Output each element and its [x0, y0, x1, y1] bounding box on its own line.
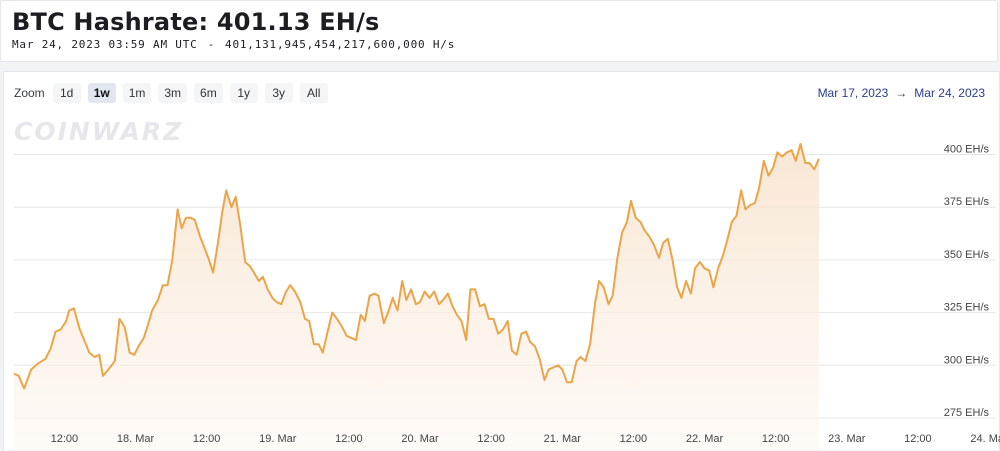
x-tick-label: 12:00: [904, 433, 932, 445]
separator: -: [207, 38, 216, 51]
zoom-1y-button[interactable]: 1y: [229, 83, 258, 103]
zoom-all-button[interactable]: All: [299, 83, 328, 103]
y-tick-label: 375 EH/s: [944, 196, 990, 208]
y-tick-label: 350 EH/s: [944, 249, 990, 261]
x-tick-label: 20. Mar: [401, 433, 439, 445]
x-tick-label: 12:00: [335, 433, 363, 445]
x-tick-label: 22. Mar: [686, 433, 724, 445]
raw-hashrate: 401,131,945,454,217,600,000 H/s: [225, 38, 456, 51]
y-tick-label: 300 EH/s: [944, 354, 990, 366]
x-tick-label: 12:00: [193, 433, 221, 445]
timestamp: Mar 24, 2023 03:59 AM UTC: [12, 38, 198, 51]
zoom-1w-button[interactable]: 1w: [87, 83, 116, 103]
x-tick-label: 19. Mar: [259, 433, 297, 445]
x-tick-label: 12:00: [51, 433, 79, 445]
range-from[interactable]: Mar 17, 2023: [818, 86, 889, 100]
zoom-3y-button[interactable]: 3y: [264, 83, 293, 103]
zoom-3m-button[interactable]: 3m: [158, 83, 188, 103]
x-tick-label: 18. Mar: [117, 433, 155, 445]
x-tick-label: 24. Mar: [970, 433, 1000, 445]
zoom-bar: Zoom 1d 1w 1m 3m 6m 1y 3y All: [14, 83, 331, 103]
x-tick-label: 23. Mar: [828, 433, 866, 445]
page-title: BTC Hashrate: 401.13 EH/s: [12, 8, 380, 36]
hashrate-subtitle: Mar 24, 2023 03:59 AM UTC -401,131,945,45…: [12, 38, 455, 51]
y-tick-label: 400 EH/s: [944, 144, 990, 156]
coinwarz-watermark-logo: COINWARZ: [14, 117, 184, 146]
y-tick-label: 275 EH/s: [944, 407, 990, 419]
zoom-1m-button[interactable]: 1m: [122, 83, 152, 103]
x-tick-label: 12:00: [477, 433, 505, 445]
range-to[interactable]: Mar 24, 2023: [914, 86, 985, 100]
header-card: BTC Hashrate: 401.13 EH/s Mar 24, 2023 0…: [0, 0, 998, 62]
x-tick-label: 12:00: [620, 433, 648, 445]
zoom-1d-button[interactable]: 1d: [52, 83, 81, 103]
area-layer: [13, 143, 820, 451]
hashrate-area-fill: [14, 144, 819, 451]
y-axis: 275 EH/s 300 EH/s 325 EH/s 350 EH/s 375 EH/s…: [944, 144, 990, 419]
range-arrow: →: [895, 86, 908, 100]
date-range: Mar 17, 2023 → Mar 24, 2023: [818, 86, 985, 100]
zoom-label: Zoom: [14, 86, 45, 100]
zoom-6m-button[interactable]: 6m: [194, 83, 223, 103]
x-tick-label: 12:00: [762, 433, 790, 445]
y-tick-label: 325 EH/s: [944, 302, 990, 314]
chart-card: 275 EH/s 300 EH/s 325 EH/s 350 EH/s 375 EH/s…: [3, 71, 1000, 451]
x-tick-label: 21. Mar: [544, 433, 582, 445]
